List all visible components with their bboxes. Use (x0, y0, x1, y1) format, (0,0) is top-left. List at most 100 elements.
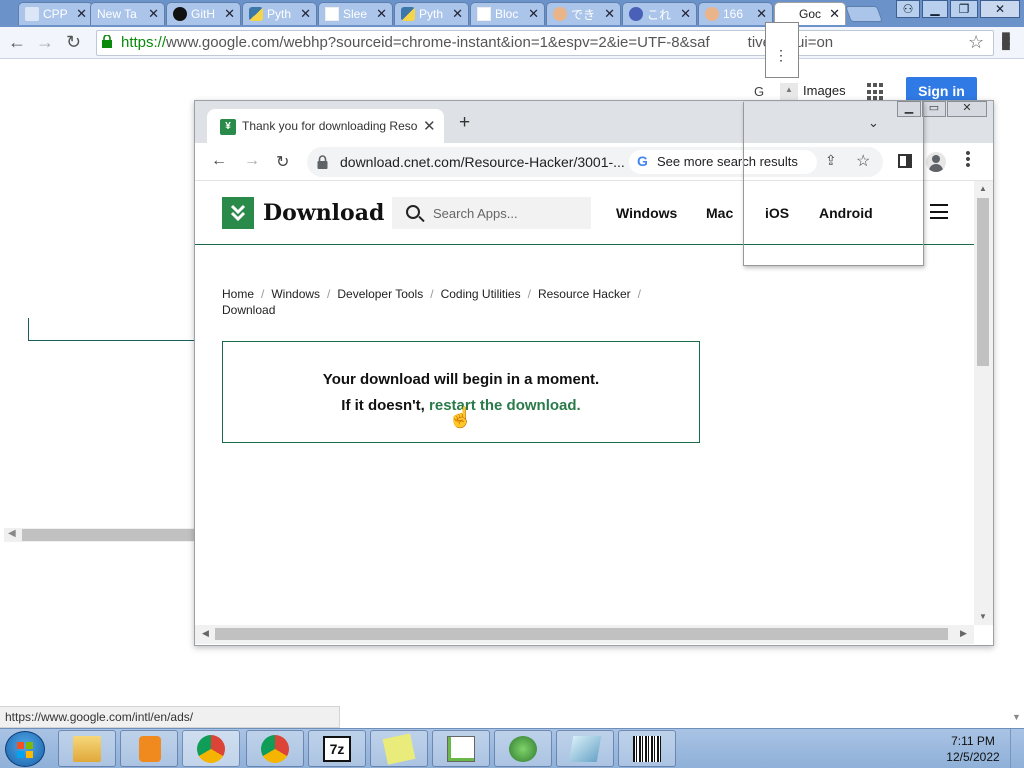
show-desktop-button[interactable] (1010, 729, 1024, 768)
scroll-up-icon[interactable]: ▲ (979, 184, 987, 193)
google-apps-icon[interactable] (867, 83, 885, 101)
kebab-menu-icon[interactable]: ⋮ (774, 47, 788, 64)
lock-icon (102, 35, 112, 48)
maximize-button[interactable]: ❐ (950, 0, 978, 18)
taskbar-chrome-1[interactable] (182, 730, 240, 767)
back-icon[interactable]: ← (211, 152, 227, 170)
bg-address-bar[interactable]: https://www.google.com/webhp?sourceid=ch… (96, 30, 994, 56)
profile-avatar-icon[interactable] (926, 152, 946, 172)
breadcrumb-resource-hacker[interactable]: Resource Hacker (538, 287, 631, 301)
scroll-down-icon[interactable]: ▼ (1012, 712, 1021, 722)
forward-icon[interactable]: → (244, 152, 260, 170)
bg-tab-9[interactable]: 166 ✕ (698, 2, 773, 25)
bg-tab-8[interactable]: これ ✕ (622, 2, 697, 25)
scroll-down-icon[interactable]: ▼ (979, 612, 987, 621)
minimize-button[interactable]: ▁ (922, 0, 948, 18)
new-tab-button[interactable] (845, 6, 883, 22)
scroll-left-icon[interactable]: ◀ (202, 628, 209, 639)
bg-tab-strip: CPP ✕ New Ta ✕ GitH ✕ Pyth ✕ Slee ✕ Pyth… (0, 0, 1024, 27)
menu-icon[interactable]: ■ ■ ■ (999, 29, 1013, 55)
taskbar-media-player[interactable] (120, 730, 178, 767)
bg-tab-5[interactable]: Pyth ✕ (394, 2, 469, 25)
horizontal-scrollbar[interactable]: ◀ ▶ (195, 625, 974, 644)
clock-date: 12/5/2022 (946, 750, 1000, 764)
close-icon[interactable]: ✕ (604, 6, 615, 22)
breadcrumb-home[interactable]: Home (222, 287, 254, 301)
reload-icon[interactable]: ↻ (276, 152, 289, 172)
close-icon[interactable]: ✕ (829, 6, 840, 22)
taskbar-paint[interactable] (556, 730, 614, 767)
bg-tab-0[interactable]: CPP ✕ (18, 2, 93, 25)
taskbar-7zip[interactable]: 7z (308, 730, 366, 767)
download-logo-icon[interactable] (222, 197, 254, 229)
taskbar-chrome-2[interactable] (246, 730, 304, 767)
nav-windows[interactable]: Windows (616, 205, 677, 221)
forward-icon[interactable]: → (36, 32, 54, 53)
bg-tab-7[interactable]: でき ✕ (546, 2, 621, 25)
url-scheme: https:// (121, 34, 167, 51)
file-explorer-icon (73, 736, 101, 762)
breadcrumb: Home / Windows / Developer Tools / Coding Util… (222, 286, 682, 318)
back-icon[interactable]: ← (8, 32, 26, 53)
anime-icon (629, 7, 643, 21)
vertical-scrollbar[interactable]: ▲ ▼ (974, 181, 993, 625)
bg-tab-1[interactable]: New Ta ✕ (90, 2, 165, 25)
bg-tab-3[interactable]: Pyth ✕ (242, 2, 317, 25)
chrome-icon (261, 735, 289, 763)
bg-tab-2[interactable]: GitH ✕ (166, 2, 241, 25)
system-clock[interactable]: 7:11 PM 12/5/2022 (940, 733, 1006, 765)
site-logo-text[interactable]: Download (263, 200, 384, 226)
bg-tab-6[interactable]: Bloc ✕ (470, 2, 545, 25)
windows-logo-icon (17, 742, 33, 758)
reload-icon[interactable]: ↻ (66, 32, 81, 53)
scroll-right-icon[interactable]: ▶ (960, 628, 967, 639)
search-apps-input[interactable]: Search Apps... (392, 197, 591, 229)
bg-tab-4[interactable]: Slee ✕ (318, 2, 393, 25)
close-window-button[interactable]: ✕ (980, 0, 1020, 18)
close-icon[interactable]: ✕ (376, 6, 387, 22)
close-icon[interactable]: ✕ (300, 6, 311, 22)
bookmark-star-icon[interactable]: ☆ (968, 32, 984, 53)
scroll-up-icon[interactable]: ▲ (780, 83, 798, 101)
taskbar: 7z 7:11 PM 12/5/2022 (0, 728, 1024, 768)
network-monitor-icon (509, 736, 537, 762)
breadcrumb-developer-tools[interactable]: Developer Tools (337, 287, 423, 301)
new-tab-button[interactable]: + (459, 113, 470, 132)
close-icon[interactable]: ✕ (452, 6, 463, 22)
breadcrumb-coding-utilities[interactable]: Coding Utilities (441, 287, 521, 301)
paint-icon (568, 736, 602, 762)
breadcrumb-windows[interactable]: Windows (271, 287, 320, 301)
close-icon[interactable]: ✕ (423, 117, 436, 135)
close-icon[interactable]: ✕ (756, 6, 767, 22)
close-window-button[interactable]: ✕ (947, 101, 987, 117)
taskbar-sticky-notes[interactable] (370, 730, 428, 767)
active-tab[interactable]: ¥ Thank you for downloading Resource Hac… (207, 109, 444, 143)
taskbar-notepad-plus-plus[interactable] (432, 730, 490, 767)
close-icon[interactable]: ✕ (76, 6, 87, 22)
close-icon[interactable]: ✕ (528, 6, 539, 22)
nav-mac[interactable]: Mac (706, 205, 733, 221)
breadcrumb-download: Download (222, 303, 276, 317)
profile-button[interactable]: ⚇ (896, 0, 920, 18)
taskbar-file-explorer[interactable] (58, 730, 116, 767)
bg-horizontal-scrollbar[interactable]: ◀ (4, 528, 198, 542)
google-images-link[interactable]: Images (803, 83, 846, 98)
scrollbar-thumb[interactable] (22, 529, 198, 541)
kebab-menu-icon[interactable]: • • • (965, 146, 971, 173)
start-button[interactable] (5, 731, 45, 767)
lock-icon (317, 155, 328, 169)
close-icon[interactable]: ✕ (224, 6, 235, 22)
close-icon[interactable]: ✕ (148, 6, 159, 22)
scroll-left-icon[interactable]: ◀ (8, 528, 16, 539)
hamburger-menu-icon[interactable] (930, 204, 948, 219)
scrollbar-thumb[interactable] (977, 198, 989, 366)
breadcrumb-separator: / (327, 287, 331, 301)
breadcrumb-separator: / (430, 287, 434, 301)
maximize-button[interactable]: ▭ (922, 101, 946, 117)
taskbar-network-monitor[interactable] (494, 730, 552, 767)
page-icon (477, 7, 491, 21)
taskbar-barcode-app[interactable] (618, 730, 676, 767)
scrollbar-thumb[interactable] (215, 628, 948, 640)
close-icon[interactable]: ✕ (680, 6, 691, 22)
bg-toolbar: ← → ↻ https://www.google.com/webhp?sourc… (0, 27, 1024, 59)
